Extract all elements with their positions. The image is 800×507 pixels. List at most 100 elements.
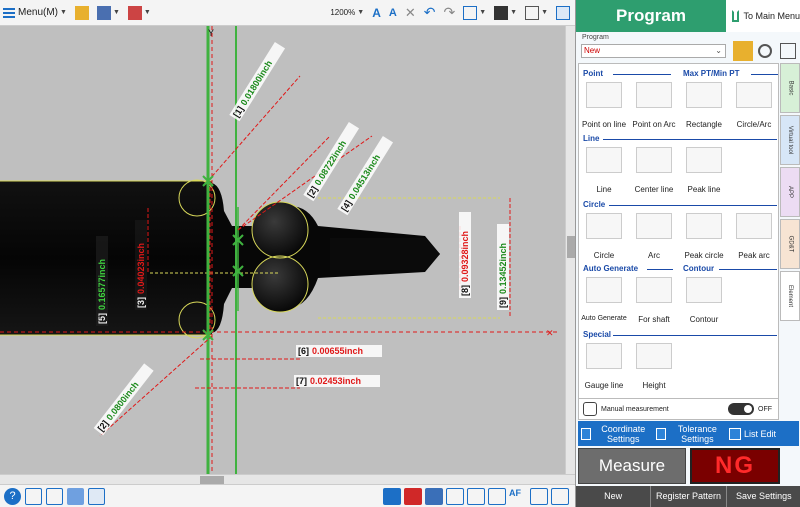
tool-label: Contour [689,315,719,324]
coordinate-settings-label: Coordinate Settings [601,423,646,444]
horizontal-scroll-thumb[interactable] [200,476,224,484]
divider [613,335,777,336]
list-icon[interactable] [780,43,796,59]
zoom-level[interactable]: 1200% ▼ [327,3,367,23]
tool-label: Center line [634,185,674,194]
vertical-scroll-thumb[interactable] [567,236,575,258]
zoom-out-button[interactable]: A [386,3,400,23]
program-panel: Program To Main Menu Program New ⌄ Point… [575,0,800,507]
tool-rectangle[interactable]: Rectangle [680,82,728,129]
open-folder-button[interactable] [72,3,92,23]
play-icon[interactable] [383,487,401,505]
tool-circle[interactable]: Circle [580,213,628,260]
printer-icon [127,5,142,20]
tool-label: Peak circle [684,251,724,260]
main-menu-button[interactable]: To Main Menu [726,0,800,32]
save-settings-button[interactable]: Save Settings [727,486,800,507]
stop-icon[interactable] [404,487,422,505]
tab-label: Basic [786,80,793,96]
tool-auto-generate[interactable]: Auto Generate [580,277,628,322]
peak-circle-icon [686,213,722,239]
image-canvas[interactable]: Y ✕ [1] 0.01800inch [2] 0.08722inch [4] … [0,26,575,481]
stage-icon[interactable] [530,487,548,505]
divider [603,139,777,140]
tool-line[interactable]: Line [580,147,628,194]
tool-center-line[interactable]: Center line [630,147,678,194]
tab-gdt[interactable]: GD&T [780,219,800,269]
undo-button[interactable]: ↶ [421,3,439,23]
waveform-icon[interactable] [446,487,464,505]
tool-for-shaft[interactable]: For shaft [630,277,678,324]
tool-height[interactable]: Height [630,343,678,390]
main-menu-label: To Main Menu [743,11,800,21]
zoom-in-icon: A [372,5,381,20]
folder-icon[interactable] [733,41,753,61]
tab-element[interactable]: Element [780,271,800,321]
circle-icon [586,213,622,239]
tool-label: Circle/Arc [736,120,772,129]
search-icon[interactable] [758,44,772,58]
result-indicator: NG [690,448,780,484]
tool-point-on-arc[interactable]: Point on Arc [630,82,678,129]
tool-peak-arc[interactable]: Peak arc [730,213,778,260]
list-edit-button[interactable]: List Edit [726,421,799,446]
edge-icon[interactable] [467,487,485,505]
program-select[interactable]: New ⌄ [581,44,726,58]
layers-icon[interactable] [46,487,63,505]
tool-label: Auto Generate [581,315,627,322]
light-icon[interactable] [425,487,443,505]
level-icon[interactable] [488,487,506,505]
af-icon[interactable]: AF [509,488,527,505]
circle-arc-icon [736,82,772,108]
tolerance-settings-label: Tolerance Settings [677,423,717,444]
export-button[interactable] [553,3,573,23]
measure-button[interactable]: Measure [578,448,686,484]
tool-circle-arc[interactable]: Circle/Arc [730,82,778,129]
tab-basic[interactable]: Basic [780,63,800,113]
new-button[interactable]: New [576,486,652,507]
image-icon[interactable] [88,487,105,505]
list-edit-icon [729,427,741,440]
tool-label: For shaft [638,315,670,324]
view-button[interactable]: ▼ [460,3,489,23]
zoom-in-button[interactable]: A [369,3,384,23]
coordinate-icon [581,427,591,440]
camera-icon[interactable] [25,487,42,505]
coordinate-settings-button[interactable]: Coordinate Settings [578,421,653,446]
tab-virtual-tool[interactable]: Virtual tool [780,115,800,165]
display-button[interactable]: ▼ [491,3,520,23]
home-icon [732,10,740,22]
help-icon[interactable]: ? [4,487,21,505]
auto-generate-icon [586,277,622,303]
layout-icon [525,5,540,20]
tool-point-on-line[interactable]: Point on line [580,82,628,129]
tool-peak-line[interactable]: Peak line [680,147,728,194]
register-pattern-button[interactable]: Register Pattern [651,486,727,507]
zoom-out-icon: A [388,6,397,19]
print-button[interactable]: ▼ [125,3,154,23]
element-tools: Point Max PT/Min PT Point on line Point … [578,63,779,399]
manual-measurement-toggle[interactable] [728,403,754,415]
tool-arc[interactable]: Arc [630,213,678,260]
tool-label: Point on line [581,120,627,129]
center-line-icon [636,147,672,173]
tab-app[interactable]: APP [780,167,800,217]
x-axis-arrow-icon: ✕ [546,328,554,338]
tool-label: Circle [593,251,615,260]
tool-gauge-line[interactable]: Gauge line [580,343,628,390]
tool-peak-circle[interactable]: Peak circle [680,213,728,260]
delete-button[interactable]: ✕ [402,3,419,23]
redo-button[interactable]: ↷ [440,3,458,23]
tool-contour[interactable]: Contour [680,277,728,324]
horizontal-scrollbar[interactable] [0,474,575,484]
tolerance-settings-button[interactable]: Tolerance Settings [653,421,726,446]
menu-button[interactable]: Menu(M) ▼ [0,3,70,23]
tools-icon[interactable] [67,487,84,505]
svg-text:[7]: [7] [296,376,307,386]
lens-icon[interactable] [551,487,569,505]
tip-pin [330,238,425,270]
tool-label: Gauge line [584,381,624,390]
save-button[interactable]: ▼ [94,3,123,23]
vertical-scrollbar[interactable] [565,26,575,481]
layout-button[interactable]: ▼ [522,3,551,23]
